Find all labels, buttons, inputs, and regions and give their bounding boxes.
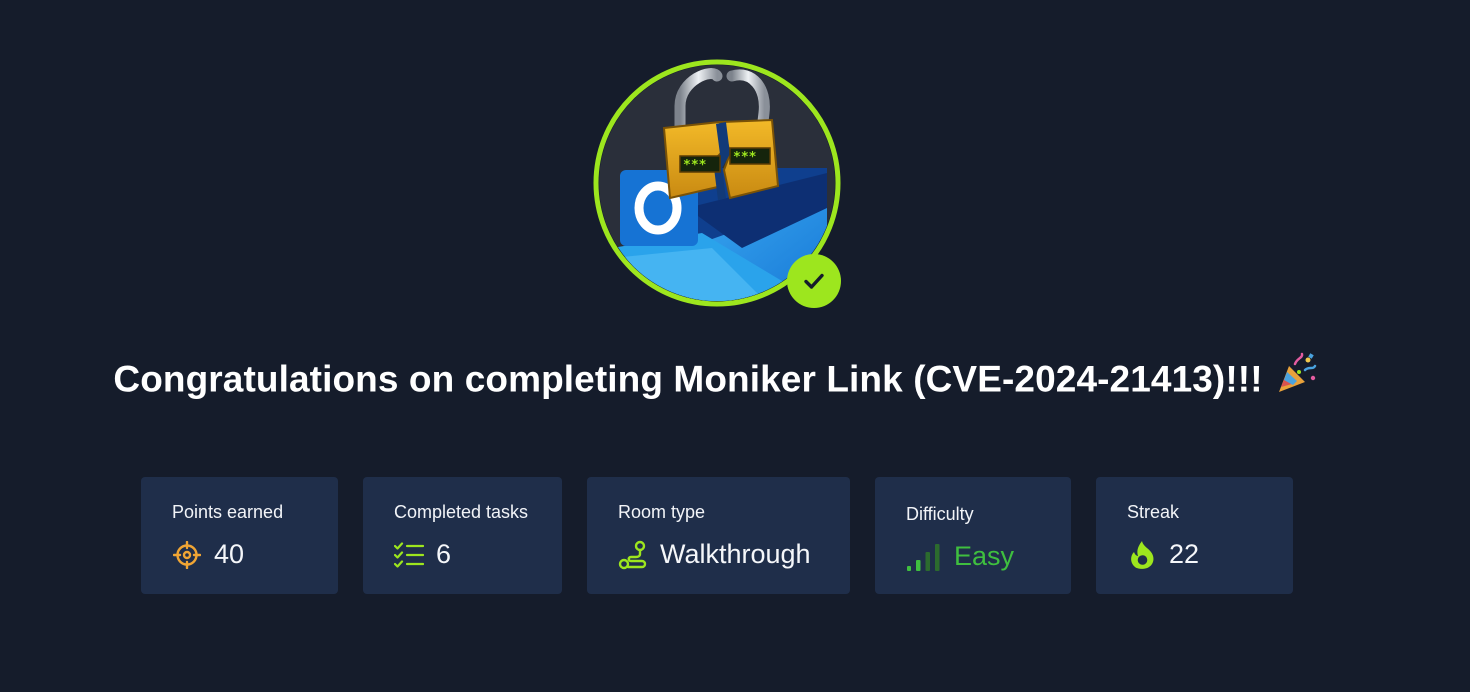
stat-label-streak: Streak <box>1127 502 1180 522</box>
room-completion-page: *** *** Congratulations on completing Mo… <box>0 0 1470 692</box>
stat-card-room-type: Room type Walkthrough <box>587 477 850 594</box>
svg-text:***: *** <box>683 158 707 173</box>
completion-heading-text: Congratulations on completing Moniker Li… <box>113 358 1263 400</box>
stat-value-tasks: 6 <box>436 539 452 569</box>
target-icon <box>172 540 202 570</box>
signal-bars-icon <box>906 542 942 572</box>
completed-check-badge <box>787 254 841 308</box>
stat-card-difficulty: Difficulty Easy <box>875 477 1071 594</box>
stat-card-points: Points earned 40 <box>141 477 338 594</box>
completion-heading: Congratulations on completing Moniker Li… <box>0 352 1430 407</box>
stat-label-difficulty: Difficulty <box>906 504 974 524</box>
stat-label-tasks: Completed tasks <box>394 502 529 522</box>
stat-card-tasks: Completed tasks 6 <box>363 477 562 594</box>
stat-value-points: 40 <box>214 539 245 569</box>
stat-label-points: Points earned <box>172 502 284 522</box>
room-stats: Points earned 40 Completed tasks 6 Room … <box>0 477 1470 594</box>
stat-value-streak: 22 <box>1169 539 1200 569</box>
stat-value-room-type: Walkthrough <box>660 539 811 569</box>
stat-value-difficulty: Easy <box>954 541 1015 571</box>
party-popper-icon <box>1275 352 1317 403</box>
stat-label-room-type: Room type <box>618 502 706 522</box>
stat-card-streak: Streak 22 <box>1096 477 1293 594</box>
task-list-icon <box>394 540 424 570</box>
svg-text:***: *** <box>733 150 757 165</box>
room-badge: *** *** <box>592 58 842 308</box>
route-icon <box>618 540 648 570</box>
checkmark-icon <box>804 273 824 289</box>
flame-icon <box>1127 540 1157 570</box>
